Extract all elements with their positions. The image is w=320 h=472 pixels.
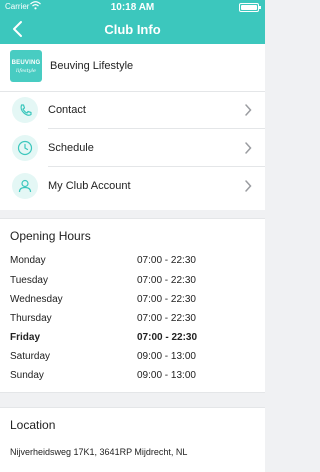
day-label: Saturday	[10, 351, 51, 362]
day-label: Thursday	[10, 313, 52, 324]
menu-item-schedule[interactable]: Schedule	[0, 129, 265, 167]
menu-item-label: Contact	[48, 104, 86, 116]
menu-item-label: Schedule	[48, 142, 94, 154]
hours-value: 07:00 - 22:30	[137, 313, 196, 324]
chevron-right-icon	[245, 142, 252, 154]
day-label: Wednesday	[10, 294, 63, 305]
club-header: BEUVING lifestyle Beuving Lifestyle	[0, 44, 265, 92]
menu-item-my-club-account[interactable]: My Club Account	[0, 167, 265, 205]
page-title: Club Info	[104, 22, 161, 37]
section-title: Location	[10, 418, 56, 432]
user-icon	[12, 173, 38, 199]
chevron-right-icon	[245, 104, 252, 116]
club-card: BEUVING lifestyle Beuving Lifestyle Cont…	[0, 44, 265, 210]
status-bar: Carrier 10:18 AM	[0, 0, 265, 14]
location-section: Location Nijverheidsweg 17K1, 3641RP Mij…	[0, 407, 265, 472]
hours-value: 07:00 - 22:30	[137, 275, 196, 286]
hours-value: 09:00 - 13:00	[137, 351, 196, 362]
app-header: Carrier 10:18 AM Club Info	[0, 0, 265, 44]
logo-text-secondary: lifestyle	[16, 68, 36, 74]
day-label: Sunday	[10, 370, 44, 381]
club-logo: BEUVING lifestyle	[10, 50, 42, 82]
day-label: Tuesday	[10, 275, 48, 286]
menu-item-contact[interactable]: Contact	[0, 91, 265, 129]
status-time: 10:18 AM	[110, 2, 155, 13]
opening-hours-section: Opening Hours Monday 07:00 - 22:30 Tuesd…	[0, 218, 265, 393]
logo-text-primary: BEUVING	[11, 60, 41, 66]
day-label-current: Friday	[10, 332, 41, 343]
hours-value: 07:00 - 22:30	[137, 255, 196, 266]
day-label: Monday	[10, 255, 46, 266]
phone-icon	[12, 97, 38, 123]
clock-icon	[12, 135, 38, 161]
chevron-right-icon	[245, 180, 252, 192]
menu-item-label: My Club Account	[48, 180, 131, 192]
nav-bar: Club Info	[0, 14, 265, 44]
section-title: Opening Hours	[10, 229, 91, 243]
hours-value-current: 07:00 - 22:30	[137, 332, 198, 343]
hours-value: 07:00 - 22:30	[137, 294, 196, 305]
battery-icon	[239, 3, 261, 12]
address-text[interactable]: Nijverheidsweg 17K1, 3641RP Mijdrecht, N…	[10, 447, 187, 457]
hours-value: 09:00 - 13:00	[137, 370, 196, 381]
club-name: Beuving Lifestyle	[50, 60, 134, 72]
